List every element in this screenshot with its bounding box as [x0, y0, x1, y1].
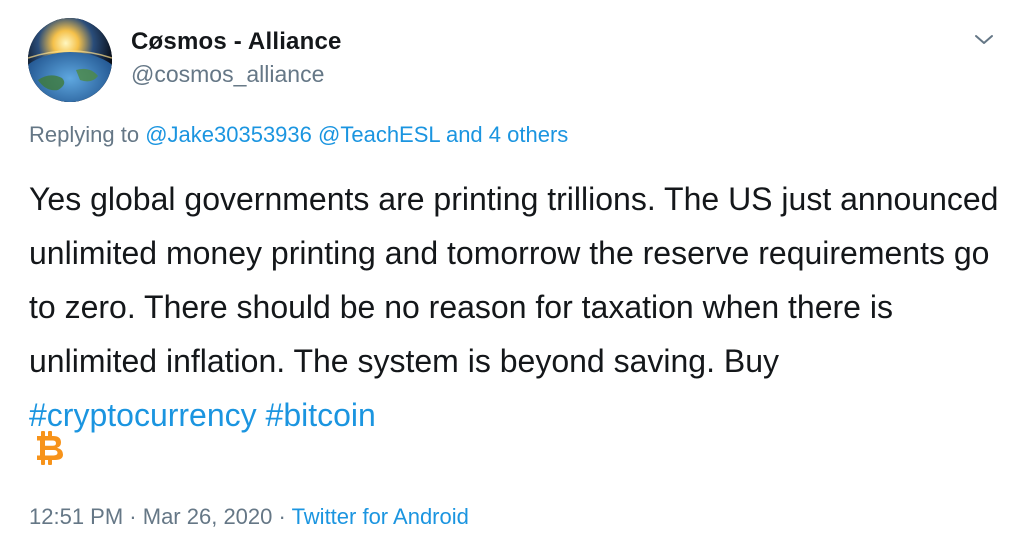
tweet-card: Cøsmos - Alliance @cosmos_alliance Reply…: [0, 0, 1024, 548]
mention-link[interactable]: @Jake30353936: [145, 122, 312, 147]
replying-to: Replying to @Jake30353936 @TeachESL and …: [29, 120, 568, 150]
tweet-time[interactable]: 12:51 PM: [29, 504, 123, 529]
display-name[interactable]: Cøsmos - Alliance: [131, 28, 342, 56]
avatar[interactable]: [28, 18, 112, 102]
author-block: Cøsmos - Alliance @cosmos_alliance: [131, 28, 342, 88]
tweet-body: Yes global governments are printing tril…: [29, 181, 999, 379]
source-link[interactable]: Twitter for Android: [292, 504, 469, 529]
tweet-date[interactable]: Mar 26, 2020: [143, 504, 273, 529]
tweet-text: Yes global governments are printing tril…: [29, 172, 999, 442]
handle[interactable]: @cosmos_alliance: [131, 60, 342, 88]
hashtag-link[interactable]: #bitcoin: [266, 397, 376, 433]
reply-others: 4 others: [488, 122, 569, 147]
meta-separator: ·: [129, 504, 137, 529]
bitcoin-icon: [29, 428, 69, 468]
reply-prefix: Replying to: [29, 122, 140, 147]
mention-link[interactable]: @TeachESL: [318, 122, 440, 147]
chevron-down-icon[interactable]: [972, 30, 996, 50]
meta-separator: ·: [278, 504, 286, 529]
reply-others-link[interactable]: and 4 others: [446, 122, 568, 147]
reply-conjunction: and: [445, 122, 483, 147]
tweet-meta: 12:51 PM · Mar 26, 2020 · Twitter for An…: [29, 502, 469, 532]
